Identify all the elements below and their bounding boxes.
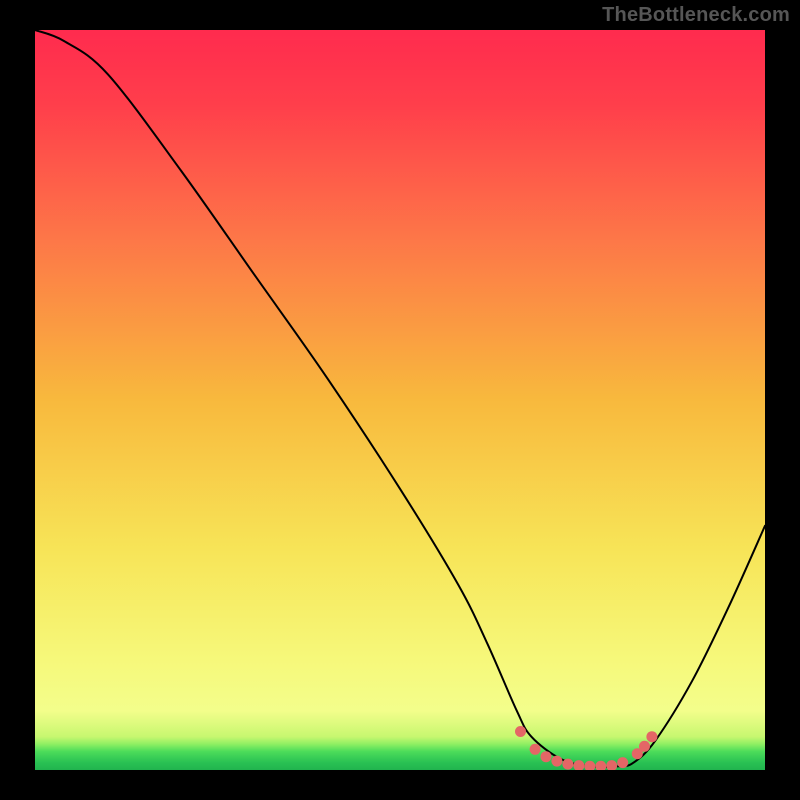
trough-marker (551, 756, 562, 767)
watermark: TheBottleneck.com (602, 4, 790, 27)
trough-marker (639, 741, 650, 752)
plot-area (35, 30, 765, 770)
trough-marker (541, 751, 552, 762)
trough-marker (530, 744, 541, 755)
gradient-background (35, 30, 765, 770)
trough-marker (646, 731, 657, 742)
trough-marker (562, 759, 573, 770)
trough-marker (515, 726, 526, 737)
chart-svg (35, 30, 765, 770)
frame: TheBottleneck.com (0, 0, 800, 800)
trough-marker (617, 757, 628, 768)
